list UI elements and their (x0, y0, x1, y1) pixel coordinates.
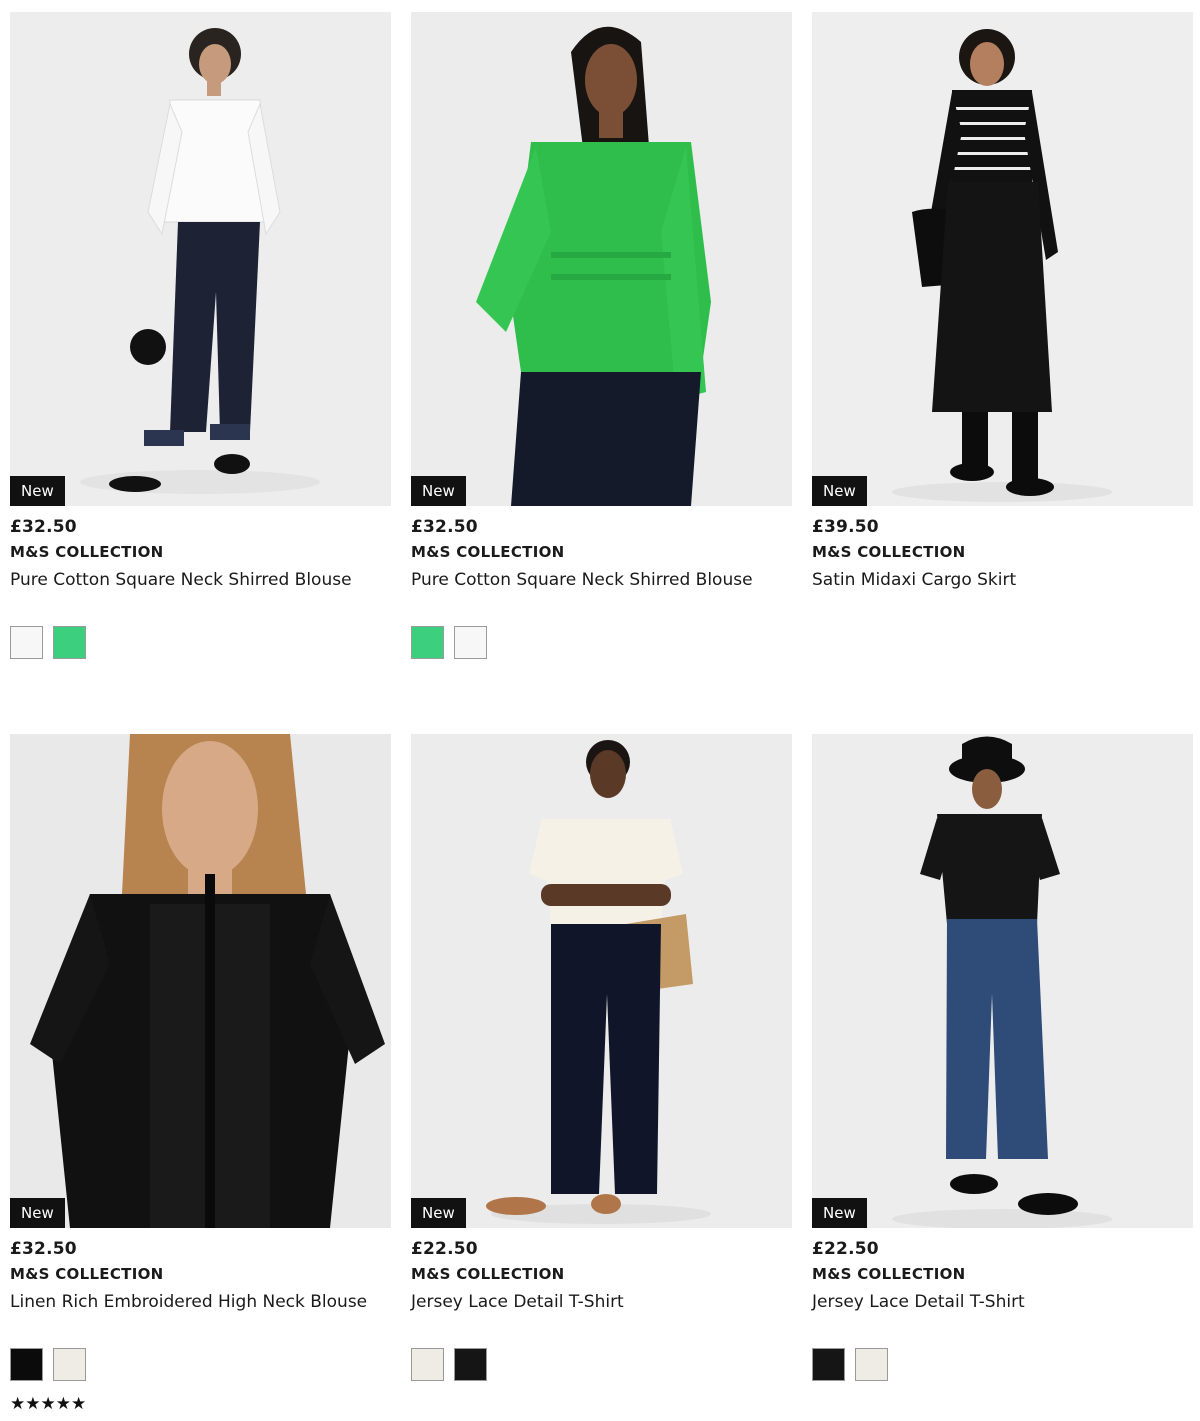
swatch-black[interactable] (454, 1348, 487, 1381)
product-name-link[interactable]: Pure Cotton Square Neck Shirred Blouse (10, 568, 391, 592)
swatch-ivory[interactable] (53, 1348, 86, 1381)
colour-swatches (10, 626, 391, 659)
swatch-green[interactable] (53, 626, 86, 659)
product-price: £39.50 (812, 517, 879, 537)
product-name-link[interactable]: Pure Cotton Square Neck Shirred Blouse (411, 568, 792, 592)
product-name-link[interactable]: Linen Rich Embroidered High Neck Blouse (10, 1290, 391, 1314)
product-card[interactable]: New £39.50 M&S COLLECTION Satin Midaxi C… (812, 12, 1193, 592)
product-brand: M&S COLLECTION (10, 543, 164, 561)
colour-swatches (411, 626, 792, 659)
new-badge: New (411, 1198, 466, 1228)
product-price: £22.50 (812, 1239, 879, 1259)
product-card[interactable]: New £32.50 M&S COLLECTION Pure Cotton Sq… (10, 12, 391, 659)
model-ivory-tshirt-photo (411, 734, 792, 1228)
model-black-tshirt-photo (812, 734, 1193, 1228)
model-black-linen-blouse-photo (10, 734, 391, 1228)
product-brand: M&S COLLECTION (411, 543, 565, 561)
swatch-ivory[interactable] (411, 1348, 444, 1381)
swatch-black[interactable] (812, 1348, 845, 1381)
product-image[interactable]: New (411, 12, 792, 506)
product-image[interactable]: New (812, 12, 1193, 506)
product-grid: New £32.50 M&S COLLECTION Pure Cotton Sq… (0, 0, 1200, 1421)
colour-swatches (812, 1348, 1193, 1381)
product-name-link[interactable]: Satin Midaxi Cargo Skirt (812, 568, 1193, 592)
swatch-white[interactable] (10, 626, 43, 659)
product-image[interactable]: New (411, 734, 792, 1228)
swatch-green[interactable] (411, 626, 444, 659)
product-price: £32.50 (411, 517, 478, 537)
product-brand: M&S COLLECTION (411, 1265, 565, 1283)
product-card[interactable]: New £32.50 M&S COLLECTION Linen Rich Emb… (10, 734, 391, 1413)
colour-swatches (411, 1348, 792, 1381)
new-badge: New (411, 476, 466, 506)
new-badge: New (10, 1198, 65, 1228)
product-brand: M&S COLLECTION (812, 1265, 966, 1283)
star-rating: ★★★★★ (10, 1394, 87, 1414)
product-price: £22.50 (411, 1239, 478, 1259)
product-image[interactable]: New (10, 734, 391, 1228)
new-badge: New (812, 476, 867, 506)
product-card[interactable]: New £32.50 M&S COLLECTION Pure Cotton Sq… (411, 12, 792, 659)
swatch-white[interactable] (454, 626, 487, 659)
product-brand: M&S COLLECTION (10, 1265, 164, 1283)
model-white-blouse-photo (10, 12, 391, 506)
model-black-satin-skirt-photo (812, 12, 1193, 506)
swatch-black[interactable] (10, 1348, 43, 1381)
colour-swatches (10, 1348, 391, 1381)
product-name-link[interactable]: Jersey Lace Detail T-Shirt (411, 1290, 792, 1314)
product-image[interactable]: New (10, 12, 391, 506)
product-brand: M&S COLLECTION (812, 543, 966, 561)
product-card[interactable]: New £22.50 M&S COLLECTION Jersey Lace De… (812, 734, 1193, 1381)
swatch-ivory[interactable] (855, 1348, 888, 1381)
product-price: £32.50 (10, 517, 77, 537)
product-name-link[interactable]: Jersey Lace Detail T-Shirt (812, 1290, 1193, 1314)
new-badge: New (10, 476, 65, 506)
product-card[interactable]: New £22.50 M&S COLLECTION Jersey Lace De… (411, 734, 792, 1381)
model-green-blouse-photo (411, 12, 792, 506)
new-badge: New (812, 1198, 867, 1228)
product-image[interactable]: New (812, 734, 1193, 1228)
product-price: £32.50 (10, 1239, 77, 1259)
